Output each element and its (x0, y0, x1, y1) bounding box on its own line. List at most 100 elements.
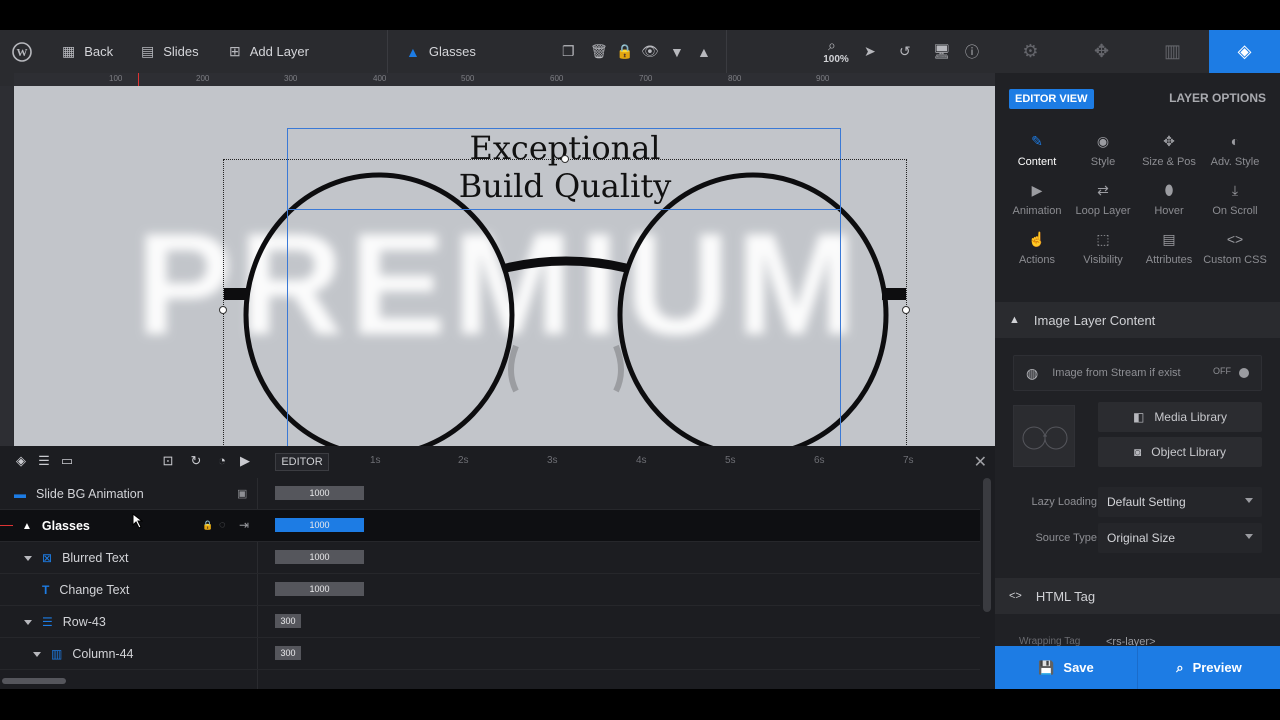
tab-slide[interactable]: ▥ (1137, 30, 1208, 73)
option-loop-layer[interactable]: ⇄ Loop Layer (1069, 182, 1137, 226)
preview-button[interactable]: ⌕ Preview (1138, 646, 1280, 689)
source-type-select[interactable]: Original Size (1098, 523, 1262, 553)
tab-layers[interactable]: ◈ (1209, 30, 1280, 73)
expand-icon[interactable]: ⇥ (239, 518, 249, 532)
option-label: Custom CSS (1203, 254, 1267, 266)
timeline-vertical-scrollbar[interactable] (983, 478, 991, 612)
add-layer-button[interactable]: ⊞ Add Layer (229, 30, 309, 73)
move-down-button[interactable]: ▼ (670, 30, 684, 73)
duration-bar[interactable]: 1000 (275, 518, 364, 532)
current-layer-selector[interactable]: ▲ Glasses (406, 30, 476, 73)
chevron-down-icon (1245, 498, 1253, 503)
layer-row[interactable]: ▲ Glasses 🔒 ◌ ⇥ 1000 (0, 510, 980, 542)
object-library-button[interactable]: ◙ Object Library (1098, 437, 1262, 467)
layer-row[interactable]: ▬ Slide BG Animation ▣ 1000 (0, 478, 980, 510)
undo-button[interactable]: ↺ (899, 30, 911, 73)
image-thumbnail[interactable] (1013, 405, 1075, 467)
timeline-horizontal-scrollbar[interactable] (2, 678, 66, 684)
option-visibility[interactable]: ⬚ Visibility (1069, 231, 1137, 275)
resize-handle[interactable] (219, 306, 227, 314)
search-icon: ⌕ (1176, 659, 1184, 675)
image-layer-content-section[interactable]: ▲ Image Layer Content (995, 302, 1280, 338)
layer-row[interactable]: ▥ Column-44 300 (0, 638, 980, 670)
option-size-pos[interactable]: ✥ Size & Pos (1135, 133, 1203, 177)
layer-name: Column-44 (72, 647, 134, 661)
option-attributes[interactable]: ▤ Attributes (1135, 231, 1203, 275)
close-icon[interactable]: ✕ (974, 452, 987, 472)
cursor-icon: ➤ (864, 43, 876, 59)
lazy-loading-select[interactable]: Default Setting (1098, 487, 1262, 517)
visibility-button[interactable]: 👁 (641, 30, 659, 73)
globe-icon: ◍ (1026, 364, 1039, 381)
chevron-down-icon[interactable] (24, 555, 32, 561)
html-tag-section[interactable]: <> HTML Tag (995, 578, 1280, 614)
fit-icon[interactable]: ⊡ (161, 454, 175, 468)
option-custom-css[interactable]: <> Custom CSS (1201, 231, 1269, 275)
chevron-down-icon[interactable] (33, 651, 41, 657)
layers-icon: ◈ (1237, 41, 1252, 61)
tab-navigation[interactable]: ✥ (1066, 30, 1137, 73)
duration-bar[interactable]: 1000 (275, 582, 364, 596)
caret-down-icon: ▼ (670, 43, 684, 60)
zoom-button[interactable]: ⌕ (828, 35, 836, 55)
help-button[interactable]: ⓘ (965, 30, 979, 73)
timeline-panel: ◈ ☰ ▭ ⊡ ↻ ◔ ▶ EDITOR 1s 2s 3s 4s 5s 6s 7… (0, 446, 995, 689)
option-label: On Scroll (1212, 205, 1258, 217)
back-button[interactable]: ▦ Back (62, 30, 113, 73)
app-frame: W ▦ Back ▤ Slides ⊞ Add Layer ▲ Glasses … (0, 0, 1280, 720)
option-label: Content (1017, 156, 1057, 168)
ruler-tick: 100 (109, 74, 123, 83)
lock-button[interactable]: 🔒 (616, 30, 633, 73)
layer-row[interactable]: ☰ Row-43 300 (0, 606, 980, 638)
media-library-label: Media Library (1154, 410, 1228, 424)
select-tool-button[interactable]: ➤ (864, 30, 876, 73)
option-hover[interactable]: ⬮ Hover (1135, 182, 1203, 226)
search-icon: ⌕ (828, 36, 836, 53)
option-style[interactable]: ◉ Style (1069, 133, 1137, 177)
delete-button[interactable]: 🗑 (590, 30, 608, 73)
layer-row[interactable]: ⊠ Blurred Text 1000 (0, 542, 980, 574)
tab-settings[interactable]: ⚙ (995, 30, 1066, 73)
duration-bar[interactable]: 1000 (275, 486, 364, 500)
wordpress-button[interactable]: W (12, 30, 32, 73)
slide-stage[interactable]: PREMIUM Exceptional Build Quality (14, 86, 995, 446)
option-adv-style[interactable]: ◐ Adv. Style (1201, 133, 1269, 177)
wordpress-icon: W (12, 41, 32, 62)
rewind-icon[interactable]: ↻ (189, 454, 203, 468)
top-toolbar: W ▦ Back ▤ Slides ⊞ Add Layer ▲ Glasses … (0, 30, 995, 73)
image-icon[interactable]: ▣ (237, 487, 247, 500)
resize-handle[interactable] (902, 306, 910, 314)
code-icon: <> (1009, 590, 1022, 602)
option-on-scroll[interactable]: ⤓ On Scroll (1201, 182, 1269, 226)
duplicate-button[interactable]: ❐ (562, 30, 575, 73)
editor-view-badge[interactable]: EDITOR VIEW (1009, 89, 1094, 109)
duration-bar[interactable]: 1000 (275, 550, 364, 564)
folder-icon[interactable]: ▭ (60, 454, 74, 468)
layer-row[interactable]: T Change Text 1000 (0, 574, 980, 606)
play-icon[interactable]: ▶ (238, 454, 252, 468)
option-animation[interactable]: ▶ Animation (1003, 182, 1071, 226)
slides-button[interactable]: ▤ Slides (141, 30, 199, 73)
selection-box[interactable] (223, 159, 907, 446)
option-content[interactable]: ✎ Content (1003, 133, 1071, 177)
zoom-level: 100% (823, 54, 849, 65)
device-button[interactable]: 🖥 (933, 30, 951, 73)
gear-icon: ⚙ (1022, 41, 1039, 61)
list-icon[interactable]: ☰ (37, 454, 51, 468)
layers-icon[interactable]: ◈ (14, 454, 28, 468)
toolbar-divider (387, 30, 388, 73)
lock-icon[interactable]: 🔒 (202, 520, 213, 531)
move-up-button[interactable]: ▲ (697, 30, 711, 73)
duration-bar[interactable]: 300 (275, 646, 301, 660)
timer-icon[interactable]: ◔ (215, 454, 229, 468)
media-library-button[interactable]: ◧ Media Library (1098, 402, 1262, 432)
canvas-area: 100 200 300 400 500 600 700 800 900 PREM… (0, 73, 995, 446)
eye-off-icon[interactable]: ◌ (219, 519, 226, 531)
chevron-down-icon[interactable] (24, 619, 32, 625)
stream-toggle[interactable]: OFF (1213, 366, 1249, 380)
option-actions[interactable]: ☝ Actions (1003, 231, 1071, 275)
resize-handle[interactable] (561, 155, 569, 163)
editor-tag[interactable]: EDITOR (275, 453, 329, 471)
duration-bar[interactable]: 300 (275, 614, 301, 628)
save-button[interactable]: 💾 Save (995, 646, 1137, 689)
